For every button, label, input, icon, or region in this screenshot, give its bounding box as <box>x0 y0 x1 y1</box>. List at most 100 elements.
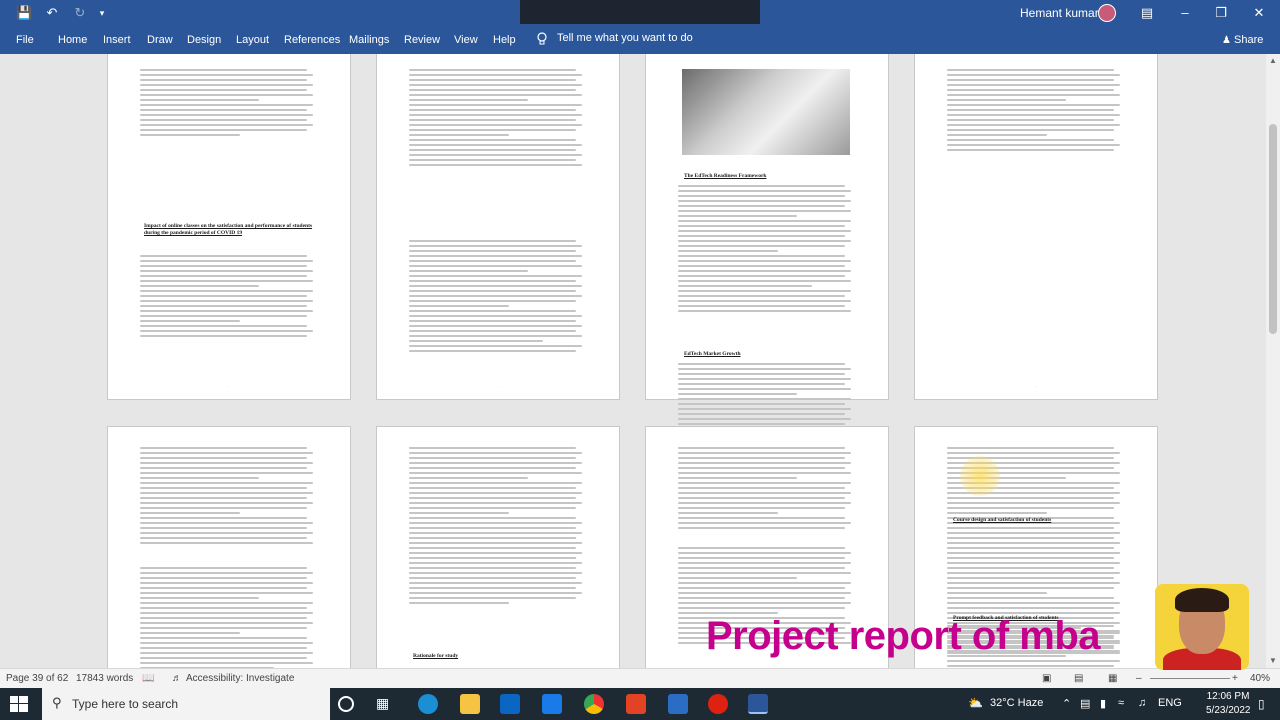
text-line <box>409 340 543 342</box>
page-thumbnail-1[interactable]: Impact of online classes on the satisfac… <box>107 54 351 400</box>
text-line <box>140 260 313 262</box>
proofing-icon[interactable]: 📖 <box>142 673 154 684</box>
zoom-in-icon[interactable]: + <box>1232 673 1238 684</box>
text-line <box>678 200 851 202</box>
office-icon[interactable] <box>626 694 646 714</box>
redo-icon[interactable]: ↻ <box>72 5 88 21</box>
store-icon[interactable] <box>500 694 520 714</box>
text-line <box>678 462 851 464</box>
zoom-slider[interactable] <box>1150 678 1230 679</box>
minimize-icon[interactable]: – <box>1176 4 1194 22</box>
page-thumbnail-5[interactable] <box>107 426 351 668</box>
text-line <box>678 413 846 415</box>
text-line <box>947 665 1115 667</box>
scrollbar-thumb[interactable] <box>1269 124 1277 334</box>
tab-references[interactable]: References <box>284 34 340 46</box>
zoom-level[interactable]: 40% <box>1250 673 1270 684</box>
text-line <box>140 119 308 121</box>
text-line <box>678 295 846 297</box>
accessibility-status[interactable]: Accessibility: Investigate <box>186 673 294 684</box>
ribbon-display-icon[interactable]: ▤ <box>1138 4 1156 22</box>
edge-icon[interactable] <box>418 694 438 714</box>
cortana-icon[interactable] <box>338 696 354 712</box>
tab-design[interactable]: Design <box>187 34 221 46</box>
page-thumbnail-3[interactable]: The EdTech Readiness Framework EdTech Ma… <box>645 54 889 430</box>
text-line <box>678 275 846 277</box>
save-icon[interactable]: 💾 <box>16 5 32 21</box>
text-line <box>678 597 846 599</box>
text-line <box>409 487 577 489</box>
text-line <box>678 368 851 370</box>
text-line <box>947 134 1047 136</box>
customize-icon[interactable]: ▾ <box>94 5 110 21</box>
text-line <box>947 542 1120 544</box>
read-mode-icon[interactable]: ▤ <box>1074 673 1083 684</box>
notification-icon[interactable]: ▯ <box>1258 697 1265 711</box>
tab-layout[interactable]: Layout <box>236 34 269 46</box>
tab-review[interactable]: Review <box>404 34 440 46</box>
weather-text[interactable]: 32°C Haze <box>990 697 1043 709</box>
word-count[interactable]: 17843 words <box>76 673 133 684</box>
text-line <box>947 89 1115 91</box>
volume-icon[interactable]: ♫ <box>1138 697 1146 709</box>
tell-me-search[interactable]: Tell me what you want to do <box>557 32 693 44</box>
page-heading: Impact of online classes on the satisfac… <box>144 223 313 236</box>
zoom-out-icon[interactable]: – <box>1136 673 1142 684</box>
text-line <box>140 657 308 659</box>
web-layout-icon[interactable]: ▦ <box>1108 673 1117 684</box>
lang-indicator[interactable]: ENG <box>1158 697 1182 709</box>
text-line <box>140 507 308 509</box>
vertical-scrollbar[interactable]: ▲ ▼ <box>1266 54 1280 668</box>
close-icon[interactable]: ✕ <box>1250 4 1268 22</box>
word-icon[interactable] <box>748 694 768 714</box>
undo-icon[interactable]: ↶ <box>44 5 60 21</box>
taskbar-search[interactable]: ⚲ Type here to search <box>42 688 330 720</box>
document-area[interactable]: Impact of online classes on the satisfac… <box>0 54 1266 668</box>
clock[interactable]: 12:06 PM 5/23/2022 <box>1206 690 1251 718</box>
battery-icon[interactable]: ▮ <box>1100 697 1106 710</box>
page-thumbnail-2[interactable]: · <box>376 54 620 400</box>
tab-draw[interactable]: Draw <box>147 34 173 46</box>
recorder-icon[interactable] <box>708 694 728 714</box>
text-line <box>409 240 577 242</box>
text-line <box>409 149 577 151</box>
tab-view[interactable]: View <box>454 34 478 46</box>
text-line <box>947 114 1120 116</box>
text-line <box>678 398 851 400</box>
mail-icon[interactable] <box>542 694 562 714</box>
text-line <box>409 144 582 146</box>
page-count[interactable]: Page 39 of 62 <box>6 673 68 684</box>
text-line <box>947 94 1120 96</box>
weather-icon[interactable]: ⛅ <box>968 696 983 710</box>
file-explorer-icon[interactable] <box>460 694 480 714</box>
tab-insert[interactable]: Insert <box>103 34 131 46</box>
tab-file[interactable]: File <box>16 34 34 46</box>
wifi-icon[interactable]: ≈ <box>1118 697 1124 709</box>
page-thumbnail-4[interactable]: · <box>914 54 1158 400</box>
user-name[interactable]: Hemant kumar <box>1020 6 1099 20</box>
tab-mailings[interactable]: Mailings <box>349 34 389 46</box>
text-line <box>140 582 313 584</box>
focus-icon[interactable]: ▣ <box>1042 673 1051 684</box>
scroll-down-icon[interactable]: ▼ <box>1268 656 1278 666</box>
avatar[interactable] <box>1098 4 1116 22</box>
text-line <box>409 104 582 106</box>
text-line <box>140 79 308 81</box>
tray-up-icon[interactable]: ⌃ <box>1062 697 1071 710</box>
share-button[interactable]: ♟ Share <box>1222 34 1263 46</box>
tab-help[interactable]: Help <box>493 34 516 46</box>
task-view-icon[interactable]: ▦ <box>376 695 396 715</box>
windows-start-icon[interactable] <box>10 696 28 712</box>
tab-home[interactable]: Home <box>58 34 87 46</box>
maximize-icon[interactable]: ❐ <box>1212 4 1230 22</box>
text-line <box>409 597 577 599</box>
scroll-up-icon[interactable]: ▲ <box>1268 56 1278 66</box>
taskbar: ⚲ Type here to search ▦ ⛅ 32°C Haze ⌃ ▤ … <box>0 688 1280 720</box>
page-thumbnail-6[interactable]: Rationale for study <box>376 426 620 668</box>
text-line <box>409 350 577 352</box>
chrome-icon[interactable] <box>584 694 604 714</box>
text-line <box>947 149 1115 151</box>
app-icon[interactable] <box>668 694 688 714</box>
text-line <box>947 567 1115 569</box>
network-icon[interactable]: ▤ <box>1080 697 1090 710</box>
